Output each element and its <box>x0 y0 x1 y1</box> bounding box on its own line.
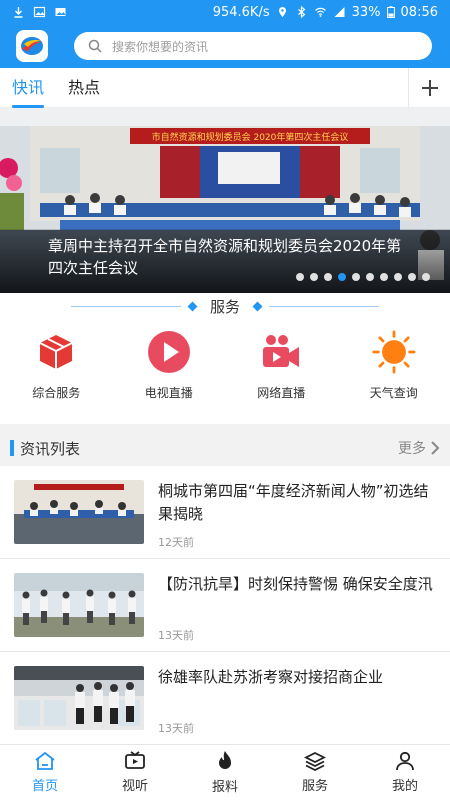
carousel-dot-active[interactable] <box>338 273 346 281</box>
carousel-dot[interactable] <box>324 273 332 281</box>
news-thumbnail <box>14 666 144 730</box>
app-screen: 954.6K/s 33% 08:56 搜索你想要的资讯 快讯 热点 市自然资源和… <box>0 0 450 800</box>
nav-services[interactable]: 服务 <box>270 745 360 800</box>
section-marker <box>10 440 14 456</box>
app-logo[interactable] <box>16 30 48 62</box>
user-icon <box>396 751 414 771</box>
nav-label: 报料 <box>211 780 238 795</box>
tab-kuaixun[interactable]: 快讯 <box>0 68 56 108</box>
divider-line <box>70 305 181 307</box>
nav-home[interactable]: 首页 <box>0 745 90 800</box>
image-icon <box>33 6 46 18</box>
services-section-title: 服务 <box>0 294 450 318</box>
news-time: 13天前 <box>158 629 194 642</box>
carousel-dot[interactable] <box>366 273 374 281</box>
news-title: 桐城市第四届“年度经济新闻人物”初选结果揭晓 <box>158 482 429 523</box>
nav-label: 服务 <box>301 779 328 794</box>
channel-tabs: 快讯 热点 <box>0 67 450 108</box>
bottom-navigation: 首页 视听 报料 服务 我的 <box>0 744 450 800</box>
news-time: 12天前 <box>158 536 194 549</box>
banner-carousel[interactable]: 市自然资源和规划委员会 2020年第四次主任会议 章周中主持召开全市自然资源和规… <box>0 108 450 293</box>
nav-label: 视听 <box>121 779 148 794</box>
nav-label: 首页 <box>31 779 58 794</box>
news-title: 【防汛抗旱】时刻保持警惕 确保安全度汛 <box>158 575 433 593</box>
news-thumbnail <box>14 573 144 637</box>
news-item[interactable]: 徐雄率队赴苏浙考察对接招商企业 13天前 <box>0 652 450 745</box>
news-time: 13天前 <box>158 722 194 735</box>
battery-level: 33% <box>351 4 381 20</box>
news-image <box>14 480 144 544</box>
banner-caption: 章周中主持召开全市自然资源和规划委员会2020年第四次主任会议 <box>0 229 450 293</box>
more-button[interactable]: 更多 <box>398 438 440 458</box>
service-web-live[interactable]: 网络直播 <box>231 330 331 410</box>
sun-icon <box>372 330 416 374</box>
tab-redian[interactable]: 热点 <box>56 68 112 108</box>
flame-icon <box>219 751 231 769</box>
carousel-indicator <box>296 273 430 281</box>
location-icon <box>278 7 286 17</box>
news-item[interactable]: 【防汛抗旱】时刻保持警惕 确保安全度汛 13天前 <box>0 559 450 652</box>
home-icon <box>35 751 55 770</box>
nav-label: 我的 <box>391 779 418 794</box>
layers-icon <box>304 751 326 771</box>
carousel-dot[interactable] <box>408 273 416 281</box>
add-channel-button[interactable] <box>408 67 450 108</box>
carousel-dot[interactable] <box>296 273 304 281</box>
service-label: 天气查询 <box>369 386 418 400</box>
battery-icon <box>386 6 395 18</box>
signal-icon <box>334 7 345 17</box>
service-label: 综合服务 <box>32 386 81 400</box>
service-tv-live[interactable]: 电视直播 <box>119 330 219 410</box>
diamond-icon <box>252 301 263 311</box>
more-label: 更多 <box>398 441 426 457</box>
wifi-icon <box>314 7 326 17</box>
carousel-dot[interactable] <box>352 273 360 281</box>
service-comprehensive[interactable]: 综合服务 <box>6 330 106 410</box>
plus-icon <box>421 79 438 96</box>
nav-report[interactable]: 报料 <box>180 745 270 800</box>
news-list-header: 资讯列表 更多 <box>0 430 450 466</box>
carousel-dot[interactable] <box>422 273 430 281</box>
divider-line <box>269 305 379 307</box>
search-icon <box>88 39 102 53</box>
news-image <box>14 573 144 637</box>
logo-icon <box>21 37 43 55</box>
carousel-dot[interactable] <box>394 273 402 281</box>
search-placeholder: 搜索你想要的资讯 <box>112 39 209 54</box>
nav-audio-video[interactable]: 视听 <box>90 745 180 800</box>
app-header: 搜索你想要的资讯 <box>0 24 450 68</box>
search-bar[interactable]: 搜索你想要的资讯 <box>74 32 432 60</box>
news-list: 桐城市第四届“年度经济新闻人物”初选结果揭晓 12天前 【防汛抗旱】时刻保持警惕… <box>0 466 450 745</box>
service-label: 网络直播 <box>257 386 306 400</box>
status-bar: 954.6K/s 33% 08:56 <box>0 0 450 24</box>
bluetooth-icon <box>297 6 306 18</box>
news-title: 徐雄率队赴苏浙考察对接招商企业 <box>158 668 384 686</box>
carousel-dot[interactable] <box>380 273 388 281</box>
services-grid: 综合服务 电视直播 网络直播 天气查询 <box>0 330 450 410</box>
tv-icon <box>125 751 145 769</box>
download-icon <box>14 7 23 18</box>
network-speed: 954.6K/s <box>212 4 270 20</box>
services-title: 服务 <box>209 297 240 316</box>
banner-sign-text: 市自然资源和规划委员会 2020年第四次主任会议 <box>152 131 349 143</box>
video-camera-icon <box>263 335 300 367</box>
clock: 08:56 <box>400 4 438 20</box>
diamond-icon <box>187 301 198 311</box>
service-label: 电视直播 <box>144 386 193 400</box>
news-item[interactable]: 桐城市第四届“年度经济新闻人物”初选结果揭晓 12天前 <box>0 466 450 559</box>
chevron-right-icon <box>431 441 440 455</box>
news-image <box>14 666 144 730</box>
gallery-icon <box>55 8 66 16</box>
play-icon <box>147 331 190 373</box>
nav-profile[interactable]: 我的 <box>360 745 450 800</box>
news-thumbnail <box>14 480 144 544</box>
cube-icon <box>39 335 73 369</box>
news-list-title: 资讯列表 <box>20 439 81 458</box>
service-weather[interactable]: 天气查询 <box>344 330 444 410</box>
carousel-dot[interactable] <box>310 273 318 281</box>
